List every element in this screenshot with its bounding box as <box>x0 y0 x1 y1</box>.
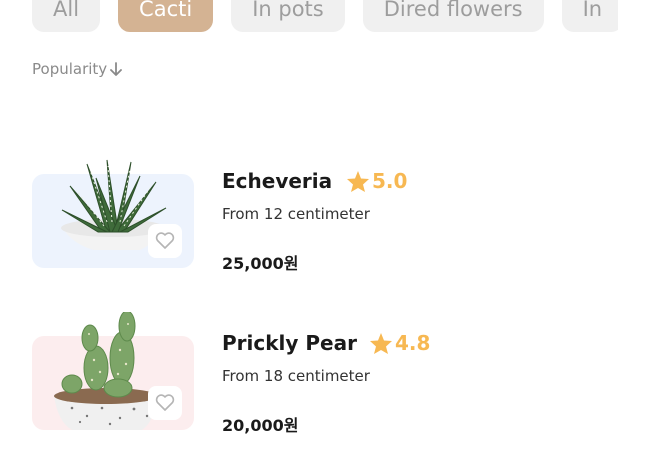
heart-icon <box>155 394 175 411</box>
product-card[interactable]: Prickly Pear 4.8 From 18 centimeter 20,0… <box>32 312 612 435</box>
filter-chip-cacti[interactable]: Cacti <box>118 0 214 32</box>
product-card[interactable]: Echeveria 5.0 From 12 centimeter 25,000원 <box>32 150 612 273</box>
arrow-down-icon <box>110 61 123 76</box>
product-rating: 5.0 <box>346 169 407 193</box>
favorite-button[interactable] <box>148 386 182 420</box>
product-description: From 12 centimeter <box>222 205 370 223</box>
product-price: 20,000원 <box>222 416 299 435</box>
rating-value: 4.8 <box>395 331 431 355</box>
product-price: 25,000원 <box>222 254 299 273</box>
filter-chip-dried-flowers[interactable]: Dired flowers <box>362 0 544 32</box>
filter-chip-all[interactable]: All <box>32 0 101 32</box>
sort-control[interactable]: Popularity <box>32 60 123 78</box>
rating-value: 5.0 <box>372 169 408 193</box>
filter-chip-in-pots[interactable]: In pots <box>231 0 345 32</box>
product-name: Prickly Pear <box>222 331 357 355</box>
star-icon <box>370 332 392 354</box>
product-rating: 4.8 <box>369 331 430 355</box>
category-filter-bar: All Cacti In pots Dired flowers In <box>32 0 618 32</box>
product-image[interactable] <box>32 159 194 268</box>
product-image[interactable] <box>32 312 194 430</box>
product-description: From 18 centimeter <box>222 367 370 385</box>
sort-label: Popularity <box>32 60 108 78</box>
product-name: Echeveria <box>222 169 333 193</box>
star-icon <box>347 170 369 192</box>
filter-chip-in[interactable]: In <box>561 0 618 32</box>
heart-icon <box>155 232 175 249</box>
favorite-button[interactable] <box>148 224 182 258</box>
